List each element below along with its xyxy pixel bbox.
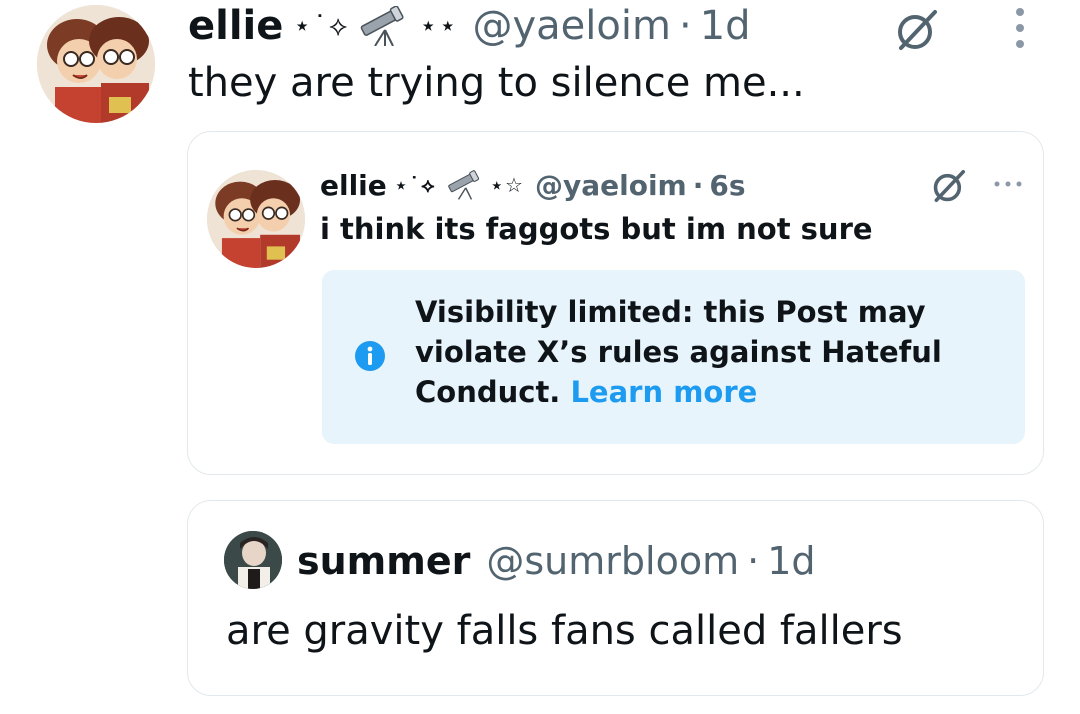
- quoted-name-decoration-2: ⋆☆: [490, 173, 525, 197]
- embedded-post-timestamp[interactable]: 1d: [767, 539, 815, 583]
- info-icon: [354, 340, 386, 372]
- telescope-icon: [447, 170, 483, 200]
- visibility-notice-text: Visibility limited: this Post may violat…: [415, 292, 1005, 412]
- embedded-post-card[interactable]: [187, 500, 1044, 696]
- quoted-post-timestamp[interactable]: 6s: [709, 169, 745, 202]
- grok-icon[interactable]: [893, 6, 941, 54]
- quoted-name-decoration: ⋆˙⟡: [394, 173, 437, 197]
- more-options-icon[interactable]: [1008, 6, 1032, 50]
- post-timestamp[interactable]: 1d: [700, 4, 751, 48]
- separator-dot: ·: [692, 168, 704, 202]
- embedded-author-name[interactable]: summer: [297, 539, 470, 583]
- learn-more-link[interactable]: Learn more: [570, 375, 757, 409]
- separator-dot: ·: [678, 3, 692, 49]
- grok-icon[interactable]: [930, 167, 968, 205]
- author-handle[interactable]: @yaeloim: [473, 4, 671, 48]
- embedded-author-avatar[interactable]: [224, 531, 282, 589]
- post-header: ellie ⋆˙⟡ ⋆⋆ @yaeloim · 1d: [188, 4, 751, 48]
- telescope-icon: [359, 6, 409, 46]
- quoted-post-header: ellie ⋆˙⟡ ⋆☆ @yaeloim · 6s: [320, 166, 746, 204]
- author-avatar[interactable]: [37, 5, 155, 123]
- post-text: they are trying to silence me...: [188, 60, 805, 106]
- embedded-author-handle[interactable]: @sumrbloom: [486, 539, 739, 583]
- quoted-post-text: i think its faggots but im not sure: [320, 212, 873, 246]
- name-decoration-2: ⋆⋆: [419, 9, 459, 42]
- quoted-author-handle[interactable]: @yaeloim: [535, 169, 687, 202]
- embedded-post-text: are gravity falls fans called fallers: [226, 608, 903, 654]
- more-options-icon[interactable]: [990, 174, 1026, 194]
- quoted-author-name[interactable]: ellie: [320, 169, 387, 202]
- author-name[interactable]: ellie: [188, 4, 283, 48]
- separator-dot: ·: [747, 539, 760, 583]
- embedded-post-header: summer @sumrbloom · 1d: [297, 536, 816, 586]
- quoted-author-avatar[interactable]: [207, 170, 305, 268]
- name-decoration: ⋆˙⟡: [293, 9, 350, 42]
